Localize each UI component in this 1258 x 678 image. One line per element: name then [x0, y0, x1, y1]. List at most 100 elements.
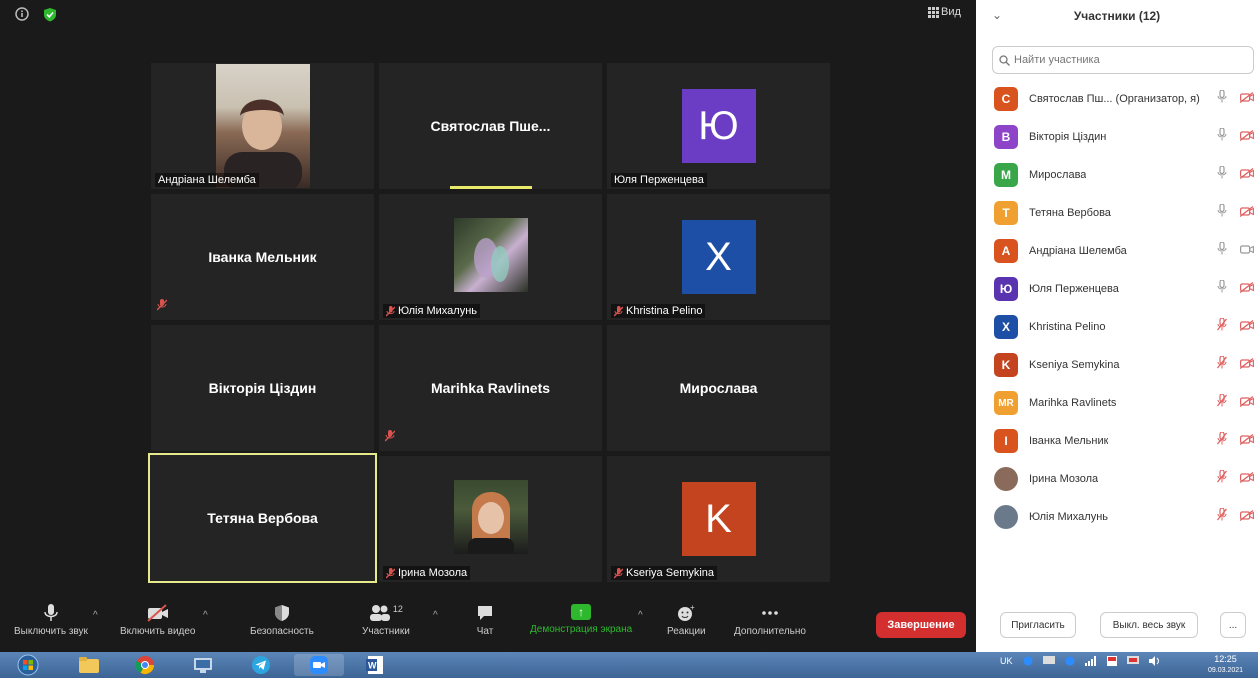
- invite-button[interactable]: Пригласить: [1000, 612, 1076, 638]
- participant-row[interactable]: М Мирослава: [976, 156, 1258, 194]
- participant-row[interactable]: MR Marihka Ravlinets: [976, 384, 1258, 422]
- video-off-icon[interactable]: [1239, 128, 1254, 146]
- video-icon[interactable]: [1240, 242, 1254, 260]
- tile-name-label: Khristina Pelino: [611, 304, 706, 318]
- network-icon[interactable]: [1126, 656, 1139, 666]
- tile-name: Вікторія Ціздин: [208, 380, 317, 396]
- video-off-icon[interactable]: [1239, 166, 1254, 184]
- participant-name: Святослав Пш... (Организатор, я): [1029, 93, 1200, 105]
- video-off-icon[interactable]: [1239, 204, 1254, 222]
- more-dots-icon: [762, 611, 778, 615]
- participant-row[interactable]: І Іванка Мельник: [976, 422, 1258, 460]
- video-off-icon[interactable]: [1239, 470, 1254, 488]
- word-icon: W: [366, 656, 383, 674]
- microphone-icon[interactable]: [1217, 203, 1227, 222]
- participant-row[interactable]: K Kseniya Semykina: [976, 346, 1258, 384]
- participants-button[interactable]: 12 Участники: [362, 604, 410, 637]
- share-options-caret[interactable]: ^: [638, 610, 643, 621]
- participant-search[interactable]: [992, 46, 1254, 74]
- participant-row[interactable]: X Khristina Pelino: [976, 308, 1258, 346]
- video-tile[interactable]: Юлія Михалунь: [379, 194, 602, 320]
- video-tile[interactable]: Ірина Мозола: [379, 456, 602, 582]
- video-off-icon[interactable]: [1239, 280, 1254, 298]
- start-video-button[interactable]: Включить видео: [120, 604, 196, 637]
- participants-options-caret[interactable]: ^: [433, 610, 438, 621]
- mute-button[interactable]: Выключить звук: [14, 604, 88, 637]
- participant-row[interactable]: Ірина Мозола: [976, 460, 1258, 498]
- video-off-icon[interactable]: [1239, 90, 1254, 108]
- panel-title: Участники (12): [1073, 9, 1161, 23]
- search-input[interactable]: [1014, 54, 1234, 66]
- tile-name-label: Юлія Михалунь: [383, 304, 481, 318]
- flag-icon[interactable]: [1106, 656, 1117, 666]
- microphone-icon[interactable]: [1217, 279, 1227, 298]
- panel-more-button[interactable]: ...: [1220, 612, 1246, 638]
- meeting-toolbar: Выключить звук ^ Включить видео ^ Безопа…: [0, 598, 976, 652]
- end-meeting-button[interactable]: Завершение: [876, 612, 966, 638]
- chat-button[interactable]: Чат: [476, 604, 494, 637]
- video-tile[interactable]: Вікторія Ціздин: [151, 325, 374, 451]
- video-tile[interactable]: K Kseriya Semykina: [607, 456, 830, 582]
- language-indicator[interactable]: UK: [1000, 656, 1013, 666]
- participant-row[interactable]: В Вікторія Ціздин: [976, 118, 1258, 156]
- tray-zoom-icon[interactable]: [1065, 656, 1075, 666]
- encryption-shield-icon[interactable]: [40, 4, 60, 24]
- video-tile[interactable]: Андріана Шелемба: [151, 63, 374, 189]
- participants-icon: [369, 605, 390, 621]
- view-label: Вид: [941, 6, 961, 18]
- video-off-icon[interactable]: [1239, 432, 1254, 450]
- video-off-icon[interactable]: [1239, 508, 1254, 526]
- participant-row[interactable]: С Святослав Пш... (Организатор, я): [976, 80, 1258, 118]
- windows-taskbar: W UK 12:25 09.03.2021: [0, 652, 1258, 678]
- taskbar-chrome[interactable]: [120, 654, 170, 676]
- microphone-icon[interactable]: [1217, 127, 1227, 146]
- video-options-caret[interactable]: ^: [203, 610, 208, 621]
- microphone-icon[interactable]: [1217, 241, 1227, 260]
- taskbar-telegram[interactable]: [236, 654, 286, 676]
- video-tile[interactable]: Святослав Пше...: [379, 63, 602, 189]
- video-off-icon[interactable]: [1239, 394, 1254, 412]
- video-tile[interactable]: X Khristina Pelino: [607, 194, 830, 320]
- participant-row[interactable]: Юлія Михалунь: [976, 498, 1258, 536]
- muted-mic-icon[interactable]: [1216, 355, 1228, 374]
- taskbar-app[interactable]: [178, 654, 228, 676]
- mute-all-button[interactable]: Выкл. весь звук: [1100, 612, 1198, 638]
- video-off-icon[interactable]: [1239, 356, 1254, 374]
- video-tile[interactable]: Marihka Ravlinets: [379, 325, 602, 451]
- info-icon[interactable]: [12, 4, 32, 24]
- signal-bars-icon[interactable]: [1084, 656, 1097, 666]
- video-tile[interactable]: Тетяна Вербова: [148, 453, 377, 583]
- tray-monitor-icon[interactable]: [1042, 656, 1055, 666]
- muted-mic-icon[interactable]: [1216, 431, 1228, 450]
- video-tile[interactable]: Іванка Мельник: [151, 194, 374, 320]
- video-tile[interactable]: Мирослава: [607, 325, 830, 451]
- taskbar-clock[interactable]: 12:25 09.03.2021: [1208, 654, 1243, 676]
- video-tile[interactable]: Ю Юля Перженцева: [607, 63, 830, 189]
- volume-icon[interactable]: [1148, 656, 1161, 666]
- participant-avatar: І: [994, 429, 1018, 453]
- share-screen-button[interactable]: ↑ Демонстрация экрана: [530, 604, 632, 635]
- microphone-icon[interactable]: [1217, 165, 1227, 184]
- video-off-icon[interactable]: [1239, 318, 1254, 336]
- start-button[interactable]: [8, 654, 48, 676]
- participant-row[interactable]: Т Тетяна Вербова: [976, 194, 1258, 232]
- view-button[interactable]: Вид: [928, 6, 961, 18]
- security-button[interactable]: Безопасность: [250, 604, 314, 637]
- participant-avatar: MR: [994, 391, 1018, 415]
- microphone-icon[interactable]: [1217, 89, 1227, 108]
- mute-options-caret[interactable]: ^: [93, 610, 98, 621]
- reactions-button[interactable]: + Реакции: [667, 604, 706, 637]
- taskbar-explorer[interactable]: [64, 654, 114, 676]
- participant-avatar: С: [994, 87, 1018, 111]
- muted-mic-icon[interactable]: [1216, 507, 1228, 526]
- participant-row[interactable]: А Андріана Шелемба: [976, 232, 1258, 270]
- video-off-icon: [147, 604, 168, 622]
- participant-row[interactable]: Ю Юля Перженцева: [976, 270, 1258, 308]
- taskbar-word[interactable]: W: [350, 654, 400, 676]
- muted-mic-icon[interactable]: [1216, 469, 1228, 488]
- muted-mic-icon[interactable]: [1216, 317, 1228, 336]
- tray-app-icon[interactable]: [1023, 656, 1033, 666]
- muted-mic-icon[interactable]: [1216, 393, 1228, 412]
- more-button[interactable]: Дополнительно: [734, 604, 806, 637]
- taskbar-zoom[interactable]: [294, 654, 344, 676]
